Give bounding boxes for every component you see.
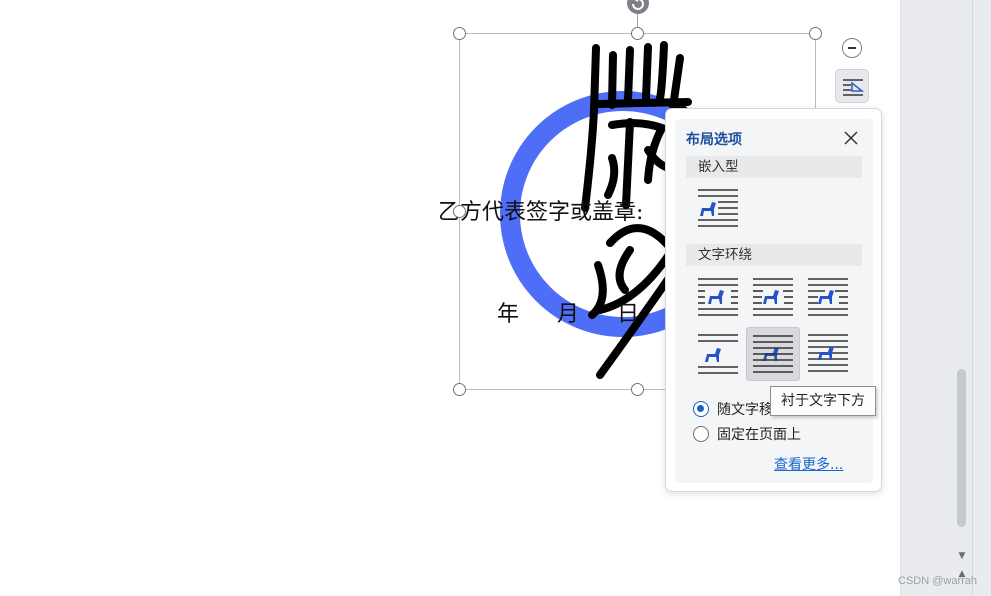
close-icon[interactable] [842,129,860,147]
panel-title: 布局选项 [686,132,742,148]
side-divider [972,0,973,596]
radio-fixed-on-page-label: 固定在页面上 [717,427,801,443]
horse-icon [753,278,793,316]
layout-options-icon[interactable] [835,69,869,103]
horse-icon [753,335,793,373]
layout-options-panel: 布局选项 嵌入型 文字环绕 随文字移动 固定在页面上 查看更多... [665,108,882,492]
side-panel [900,0,991,596]
resize-handle-left[interactable] [453,205,466,218]
scrollbar-thumb[interactable] [957,369,966,527]
option-inline[interactable] [691,183,745,237]
horse-icon [808,278,848,316]
resize-handle-bottom[interactable] [631,383,644,396]
option-wrap-through[interactable] [801,271,855,325]
tooltip: 衬于文字下方 [770,386,876,416]
see-more-link[interactable]: 查看更多... [774,454,843,474]
resize-handle-top-right[interactable] [809,27,822,40]
resize-handle-bottom-left[interactable] [453,383,466,396]
option-wrap-top-bottom[interactable] [691,327,745,381]
minus-icon[interactable] [842,38,862,58]
rotate-icon[interactable] [627,0,649,14]
section-wrap: 文字环绕 [686,244,862,266]
resize-handle-top-left[interactable] [453,27,466,40]
option-wrap-square[interactable] [691,271,745,325]
option-wrap-in-front[interactable] [801,327,855,381]
section-inline: 嵌入型 [686,156,862,178]
option-wrap-tight[interactable] [746,271,800,325]
resize-handle-top[interactable] [631,27,644,40]
horse-icon [698,278,738,316]
radio-button-unchecked[interactable] [693,426,709,442]
watermark: CSDN @warrah [898,575,978,587]
scroll-down-icon[interactable]: ▼ [957,551,967,561]
horse-icon [698,189,738,227]
horse-icon [698,334,738,374]
radio-button-checked[interactable] [693,401,709,417]
option-wrap-behind-text[interactable] [746,327,800,381]
horse-icon [808,334,848,372]
